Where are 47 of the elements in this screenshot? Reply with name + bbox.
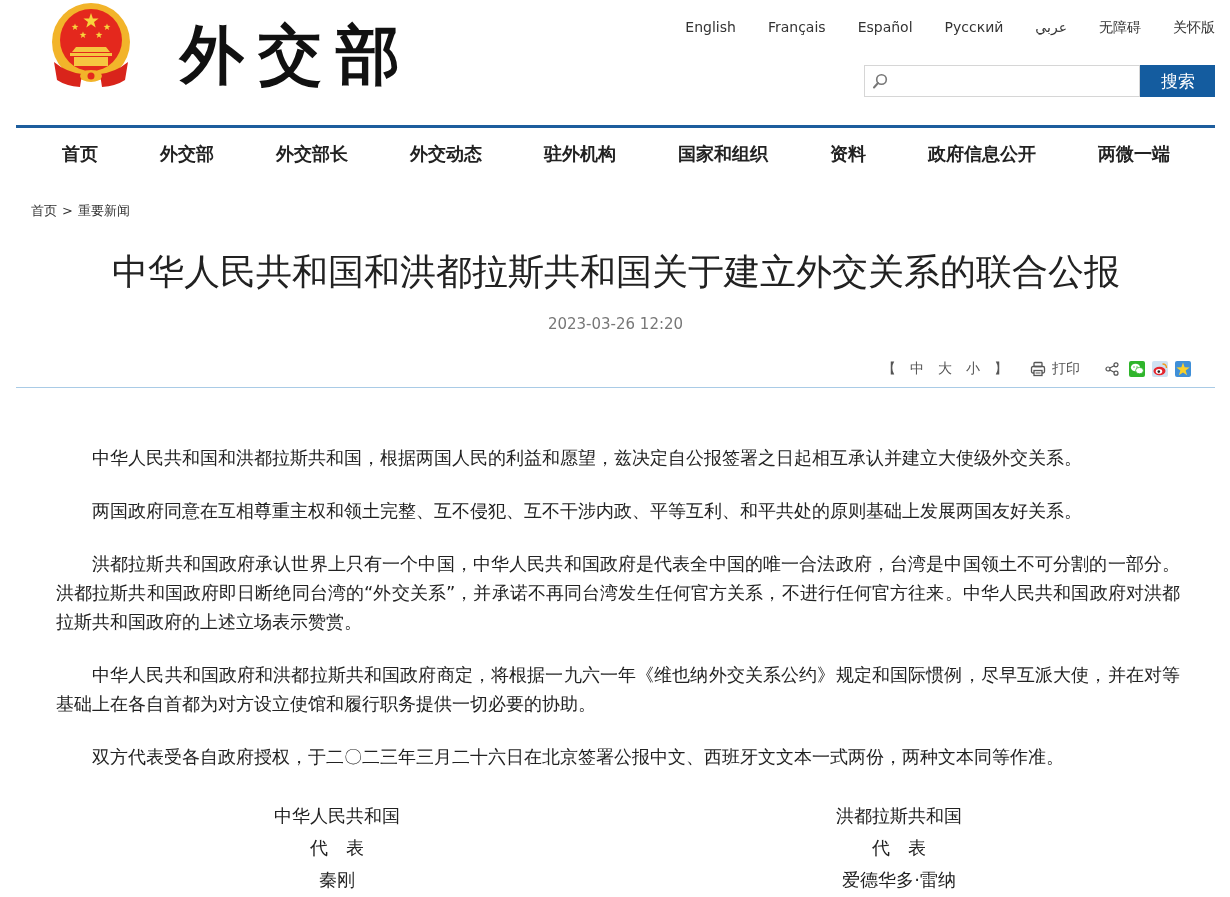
eye-tile-icon[interactable] (1152, 361, 1168, 377)
body-paragraph: 中华人民共和国和洪都拉斯共和国，根据两国人民的利益和愿望，兹决定自公报签署之日起相互承认并建立大使级外交关系。 (91, 446, 1083, 470)
language-link[interactable]: 关怀版 (1173, 17, 1215, 37)
nav-link[interactable]: 外交部 (160, 141, 214, 167)
signatory-name: 爱德华多·雷纳 (841, 868, 957, 892)
breadcrumb-link[interactable]: 重要新闻 (77, 202, 130, 220)
font-size-link[interactable]: 中 (910, 360, 924, 378)
article-title: 中华人民共和国和洪都拉斯共和国关于建立外交关系的联合公报 (110, 250, 1121, 294)
signatory-role: 代 表 (871, 836, 927, 860)
language-link[interactable]: 无障碍 (1099, 17, 1141, 37)
site-logo[interactable]: 外交部 (180, 0, 414, 110)
print-link[interactable]: 打印 (1030, 360, 1080, 378)
nav-link[interactable]: 首页 (62, 141, 98, 167)
signatory-country: 洪都拉斯共和国 (835, 804, 963, 828)
nav-link[interactable]: 资料 (830, 141, 866, 167)
font-size-link[interactable]: 大 (938, 360, 952, 378)
font-size-link[interactable]: 小 (966, 360, 980, 378)
publish-date: 2023-03-26 12:20 (546, 314, 685, 334)
nav-link[interactable]: 驻外机构 (544, 141, 616, 167)
search-field[interactable] (864, 65, 1140, 97)
body-paragraph: 中华人民共和国政府和洪都拉斯共和国政府商定，将根据一九六一年《维也纳外交关系公约》规定和国际惯例，尽早互派大使，并在对等基础上在各自首都为对方设立使馆和履行职务提供一切必要的协助。 (56, 663, 1180, 716)
nav-link[interactable]: 政府信息公开 (928, 141, 1036, 167)
search-icon (872, 73, 888, 89)
language-link[interactable]: Русский (944, 17, 1004, 37)
search-button[interactable]: 搜索 (1140, 65, 1215, 97)
signatory-name: 秦刚 (318, 868, 356, 892)
body-paragraph: 洪都拉斯共和国政府承认世界上只有一个中国，中华人民共和国政府是代表全中国的唯一合法政府，台湾是中国领土不可分割的一部分。洪都拉斯共和国政府即日断绝同台湾的“外交关系”，并承诺不再同台湾发生任何官方关系，不进行任何官方往来。中华人民共和国政府对洪都拉斯共和国政府的上述立场表示赞赏。 (56, 552, 1180, 634)
bracket-text: 】 (994, 360, 1008, 378)
star-tile-icon[interactable] (1175, 361, 1191, 377)
breadcrumb-separator: > (62, 202, 73, 220)
bracket-text: 【 (882, 360, 896, 378)
signatory-country: 中华人民共和国 (273, 804, 401, 828)
nav-link[interactable]: 两微一端 (1098, 141, 1170, 167)
language-link[interactable]: English (685, 17, 736, 37)
body-paragraph: 两国政府同意在互相尊重主权和领土完整、互不侵犯、互不干涉内政、平等互利、和平共处的原则基础上发展两国友好关系。 (91, 499, 1083, 523)
language-link[interactable]: عربي (1035, 17, 1067, 37)
breadcrumb-link[interactable]: 首页 (31, 202, 57, 220)
nav-link[interactable]: 外交动态 (410, 141, 482, 167)
share-icon[interactable] (1105, 362, 1119, 376)
nav-link[interactable]: 外交部长 (276, 141, 348, 167)
language-link[interactable]: Español (857, 17, 913, 37)
body-paragraph: 双方代表受各自政府授权，于二〇二三年三月二十六日在北京签署公报中文、西班牙文文本一式两份，两种文本同等作准。 (91, 745, 1065, 769)
language-link[interactable]: Français (767, 17, 826, 37)
signatory-role: 代 表 (309, 836, 365, 860)
chat-bubbles-icon[interactable] (1129, 361, 1145, 377)
nav-link[interactable]: 国家和组织 (678, 141, 768, 167)
printer-icon (1030, 361, 1046, 377)
